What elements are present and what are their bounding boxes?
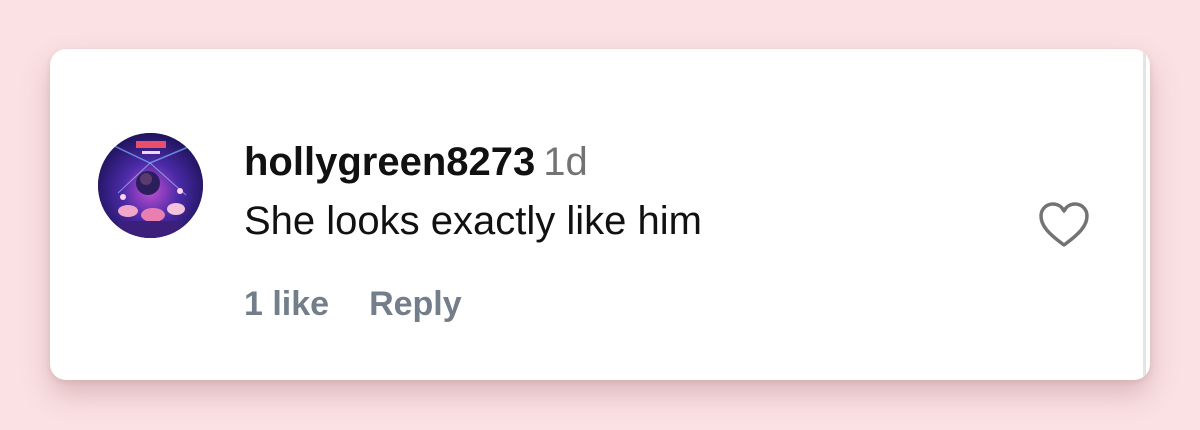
comment-text: She looks exactly like him xyxy=(244,199,702,243)
heart-outline-icon xyxy=(1039,202,1089,247)
like-button[interactable] xyxy=(1037,200,1091,250)
reply-button[interactable]: Reply xyxy=(369,285,462,323)
likes-count[interactable]: 1 like xyxy=(244,285,329,323)
comment-header: hollygreen8273 1d xyxy=(244,140,588,193)
username-link[interactable]: hollygreen8273 xyxy=(244,140,535,184)
cropped-previous-text: · · · xyxy=(518,49,558,57)
comment-actions: 1 like Reply xyxy=(244,283,462,325)
scrollbar-edge xyxy=(1143,49,1146,380)
comment-card: · · · xyxy=(50,49,1150,380)
comment-timestamp: 1d xyxy=(543,140,588,184)
user-avatar[interactable] xyxy=(98,133,203,238)
avatar-image xyxy=(98,133,203,238)
